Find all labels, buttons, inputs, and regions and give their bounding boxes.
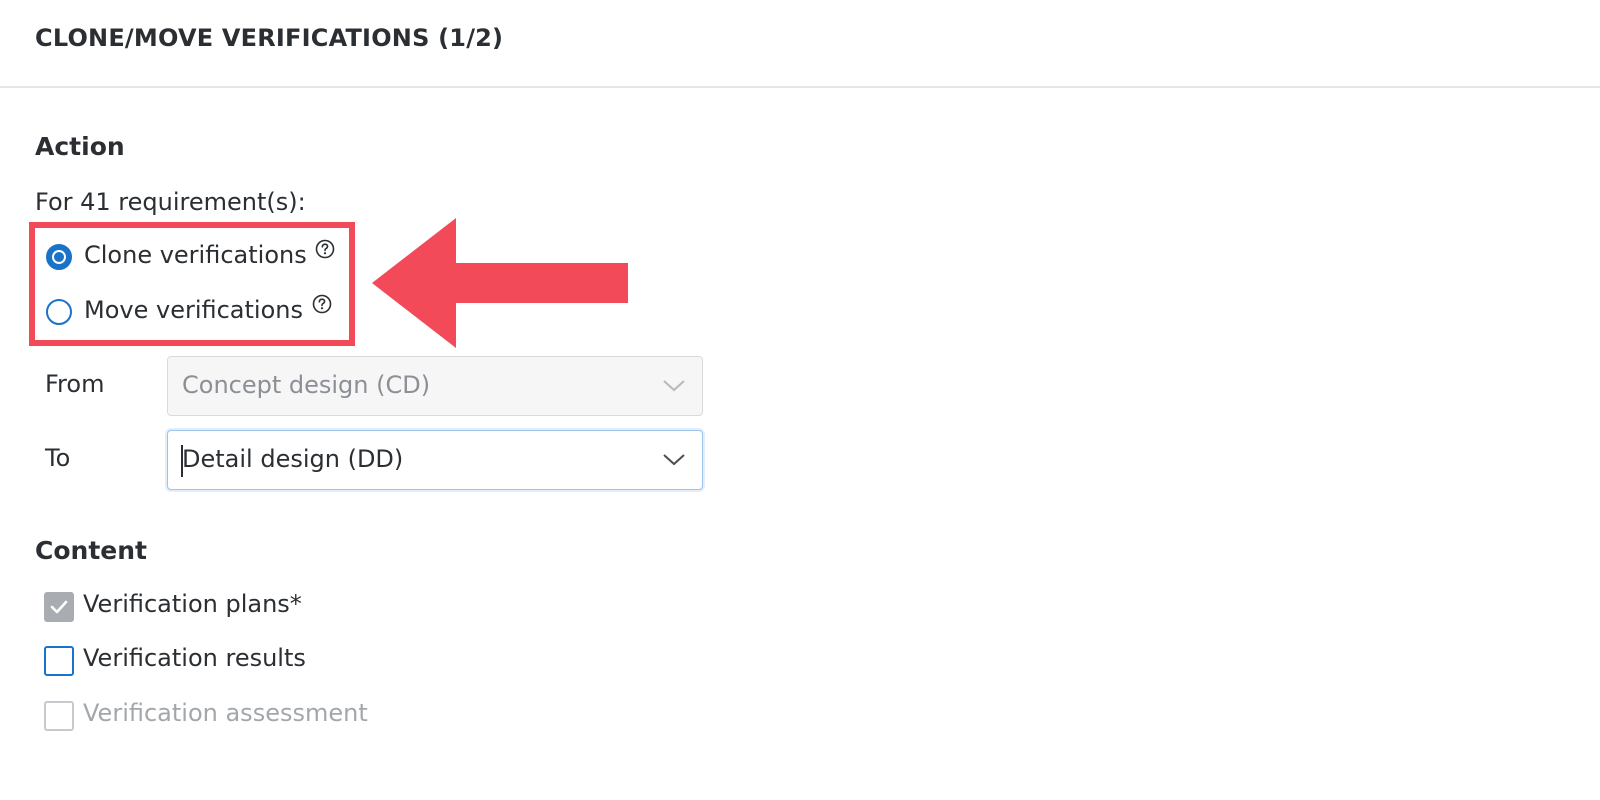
dialog-header: CLONE/MOVE VERIFICATIONS (1/2) bbox=[0, 0, 1600, 88]
to-phase-value[interactable]: Detail design (DD) bbox=[182, 445, 403, 473]
verification-plans-label: Verification plans* bbox=[83, 590, 302, 618]
requirements-count-text: For 41 requirement(s): bbox=[35, 188, 306, 216]
action-heading: Action bbox=[35, 132, 125, 161]
highlight-box bbox=[29, 222, 355, 346]
from-phase-select: Concept design (CD) bbox=[167, 356, 703, 416]
dialog-title: CLONE/MOVE VERIFICATIONS (1/2) bbox=[35, 24, 504, 52]
verification-results-label[interactable]: Verification results bbox=[83, 644, 306, 672]
verification-results-checkbox[interactable] bbox=[44, 646, 74, 676]
from-phase-value: Concept design (CD) bbox=[182, 371, 431, 399]
checkmark-icon bbox=[50, 600, 68, 614]
verification-assessment-checkbox bbox=[44, 701, 74, 731]
clone-move-dialog: CLONE/MOVE VERIFICATIONS (1/2) Action Fo… bbox=[0, 0, 1600, 800]
from-label: From bbox=[45, 370, 105, 398]
verification-plans-checkbox bbox=[44, 592, 74, 622]
chevron-down-icon bbox=[663, 380, 685, 392]
to-phase-select[interactable]: Detail design (DD) bbox=[167, 430, 703, 490]
content-heading: Content bbox=[35, 536, 147, 565]
chevron-down-icon[interactable] bbox=[662, 451, 686, 467]
arrow-left-icon bbox=[372, 218, 628, 348]
to-label: To bbox=[45, 444, 71, 472]
verification-assessment-label: Verification assessment bbox=[83, 699, 368, 727]
